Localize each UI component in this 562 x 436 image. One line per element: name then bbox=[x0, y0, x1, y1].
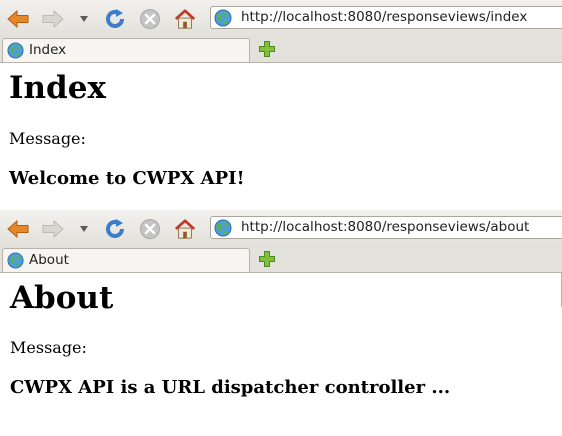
reload-icon bbox=[106, 219, 124, 238]
globe-icon bbox=[214, 219, 232, 237]
history-dropdown-button[interactable] bbox=[76, 8, 92, 30]
stop-button[interactable] bbox=[139, 8, 161, 30]
home-button[interactable] bbox=[174, 218, 196, 240]
address-bar[interactable]: http://localhost:8080/responseviews/abou… bbox=[210, 216, 562, 239]
page-content: Index Message: Welcome to CWPX API! bbox=[0, 63, 562, 210]
browser-window-index: http://localhost:8080/responseviews/inde… bbox=[0, 0, 562, 210]
browser-window-about: http://localhost:8080/responseviews/abou… bbox=[0, 210, 562, 436]
globe-icon bbox=[214, 9, 232, 27]
reload-icon bbox=[106, 9, 124, 28]
history-dropdown-icon bbox=[80, 16, 88, 22]
message-text: Welcome to CWPX API! bbox=[9, 168, 245, 189]
back-button[interactable] bbox=[7, 8, 29, 30]
history-dropdown-icon bbox=[80, 226, 88, 232]
page-heading: Index bbox=[9, 70, 106, 106]
navigation-toolbar: http://localhost:8080/responseviews/inde… bbox=[0, 0, 562, 37]
address-bar[interactable]: http://localhost:8080/responseviews/inde… bbox=[210, 6, 562, 29]
url-text[interactable]: http://localhost:8080/responseviews/abou… bbox=[241, 219, 562, 236]
page-content: About Message: CWPX API is a URL dispatc… bbox=[0, 273, 562, 436]
globe-icon bbox=[7, 252, 24, 269]
stop-icon bbox=[140, 219, 160, 239]
stop-icon bbox=[140, 9, 160, 29]
forward-button[interactable] bbox=[42, 218, 64, 240]
forward-arrow-icon bbox=[42, 219, 64, 239]
tab-label: About bbox=[29, 252, 69, 268]
back-arrow-icon bbox=[7, 9, 29, 29]
forward-arrow-icon bbox=[42, 9, 64, 29]
message-label: Message: bbox=[9, 129, 86, 148]
back-button[interactable] bbox=[7, 218, 29, 240]
tab-strip: About bbox=[0, 247, 562, 273]
home-button[interactable] bbox=[174, 8, 196, 30]
home-icon bbox=[174, 219, 196, 239]
reload-button[interactable] bbox=[104, 218, 126, 240]
message-label: Message: bbox=[10, 338, 87, 357]
tab-about[interactable]: About bbox=[2, 248, 250, 272]
navigation-toolbar: http://localhost:8080/responseviews/abou… bbox=[0, 210, 562, 247]
message-text: CWPX API is a URL dispatcher controller … bbox=[10, 377, 451, 398]
reload-button[interactable] bbox=[104, 8, 126, 30]
page-heading: About bbox=[10, 280, 114, 316]
globe-icon bbox=[7, 42, 24, 59]
url-text[interactable]: http://localhost:8080/responseviews/inde… bbox=[241, 9, 562, 26]
forward-button[interactable] bbox=[42, 8, 64, 30]
history-dropdown-button[interactable] bbox=[76, 218, 92, 240]
back-arrow-icon bbox=[7, 219, 29, 239]
tab-strip: Index bbox=[0, 37, 562, 63]
plus-icon[interactable] bbox=[258, 250, 276, 268]
tab-label: Index bbox=[29, 42, 67, 58]
tab-index[interactable]: Index bbox=[2, 38, 250, 62]
stop-button[interactable] bbox=[139, 218, 161, 240]
plus-icon[interactable] bbox=[258, 40, 276, 58]
home-icon bbox=[174, 9, 196, 29]
